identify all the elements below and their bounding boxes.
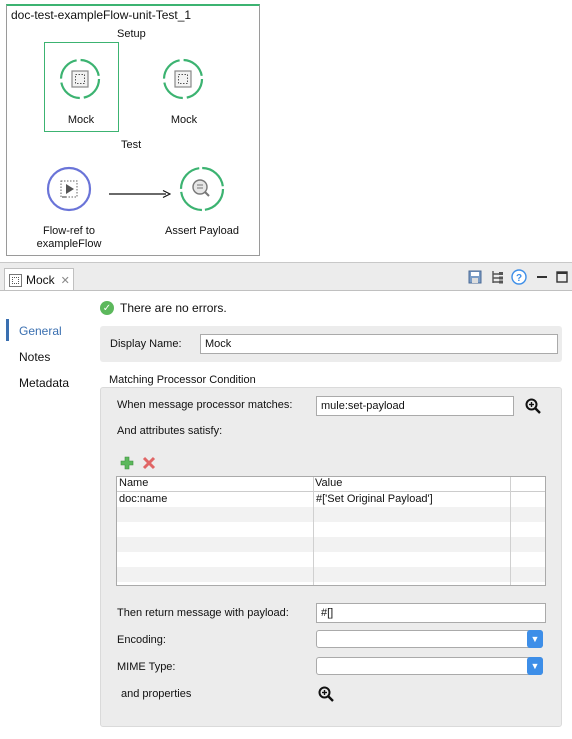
table-row-empty — [117, 567, 545, 582]
column-divider — [313, 477, 314, 585]
display-name-label: Display Name: — [110, 338, 182, 350]
tab-mock-label: Mock — [26, 273, 55, 287]
mime-type-select[interactable]: ▼ — [316, 657, 543, 675]
zoom-in-icon[interactable] — [318, 686, 334, 702]
table-cell-name: doc:name — [119, 493, 168, 505]
matches-label: When message processor matches: — [117, 399, 293, 411]
matches-input[interactable]: mule:set-payload — [316, 396, 514, 416]
table-row[interactable]: doc:name #['Set Original Payload'] — [117, 492, 545, 507]
mock-node-1-label: Mock — [67, 114, 95, 126]
flow-ref-node-label: Flow-ref to exampleFlow — [36, 225, 102, 250]
table-header-value: Value — [313, 477, 510, 492]
display-name-input[interactable]: Mock — [200, 334, 558, 354]
sidebar-item-general[interactable]: General — [19, 324, 62, 338]
return-payload-input[interactable]: #[] — [316, 603, 546, 623]
table-row-empty — [117, 552, 545, 567]
test-section-label: Test — [121, 139, 142, 151]
column-divider — [510, 477, 511, 585]
maximize-icon[interactable] — [555, 269, 569, 285]
flow-title: doc-test-exampleFlow-unit-Test_1 — [11, 8, 192, 22]
flow-ref-node-icon[interactable] — [44, 164, 94, 214]
status-text: There are no errors. — [120, 301, 227, 315]
matching-group: When message processor matches: mule:set… — [100, 387, 562, 727]
zoom-in-icon[interactable] — [525, 398, 541, 414]
return-payload-label: Then return message with payload: — [117, 607, 289, 619]
panel-body: General Notes Metadata ✓ There are no er… — [0, 290, 572, 739]
attributes-table: Name Value doc:name #['Set Original Payl… — [116, 476, 546, 586]
properties-label: and properties — [121, 688, 192, 700]
general-content: ✓ There are no errors. Display Name: Moc… — [94, 291, 572, 739]
delete-icon[interactable] — [142, 456, 156, 470]
table-header-name: Name — [117, 477, 313, 492]
setup-section-label: Setup — [117, 28, 146, 40]
mock-tab-icon — [9, 273, 22, 287]
table-row-empty — [117, 522, 545, 537]
mime-type-label: MIME Type: — [117, 661, 176, 673]
tree-icon[interactable] — [489, 269, 505, 285]
sidebar-item-notes[interactable]: Notes — [19, 350, 50, 364]
sidebar-item-metadata[interactable]: Metadata — [19, 376, 69, 390]
chevron-down-icon[interactable]: ▼ — [527, 630, 543, 648]
flow-arrow-icon — [109, 189, 171, 199]
attributes-label: And attributes satisfy: — [117, 425, 223, 437]
assert-payload-node-icon[interactable] — [177, 164, 227, 214]
table-row-empty — [117, 507, 545, 522]
chevron-down-icon[interactable]: ▼ — [527, 657, 543, 675]
matching-section-title: Matching Processor Condition — [109, 374, 256, 386]
display-name-group: Display Name: Mock — [100, 326, 562, 362]
save-icon[interactable] — [467, 269, 483, 285]
check-icon: ✓ — [100, 301, 114, 315]
minimize-icon[interactable] — [535, 269, 549, 285]
table-row-empty — [117, 537, 545, 552]
encoding-select[interactable]: ▼ — [316, 630, 543, 648]
mock-node-2-icon[interactable] — [160, 56, 206, 102]
mock-node-2-label: Mock — [170, 114, 198, 126]
tab-mock[interactable]: Mock ✕ — [4, 268, 74, 291]
table-cell-value: #['Set Original Payload'] — [316, 493, 433, 505]
assert-payload-node-label: Assert Payload — [165, 225, 239, 237]
add-icon[interactable] — [120, 456, 134, 470]
mock-node-1-icon[interactable] — [57, 56, 103, 102]
active-nav-marker — [6, 319, 9, 341]
properties-panel: Mock ✕ ? General Notes Metadata ✓ There … — [0, 262, 572, 739]
sidebar: General Notes Metadata — [0, 291, 94, 739]
svg-text:?: ? — [516, 273, 522, 284]
table-header-spacer — [510, 477, 545, 492]
close-icon[interactable]: ✕ — [61, 274, 70, 287]
encoding-label: Encoding: — [117, 634, 166, 646]
status-message: ✓ There are no errors. — [100, 301, 227, 315]
flow-canvas: doc-test-exampleFlow-unit-Test_1 Setup M… — [6, 4, 260, 256]
help-icon[interactable]: ? — [511, 269, 527, 285]
